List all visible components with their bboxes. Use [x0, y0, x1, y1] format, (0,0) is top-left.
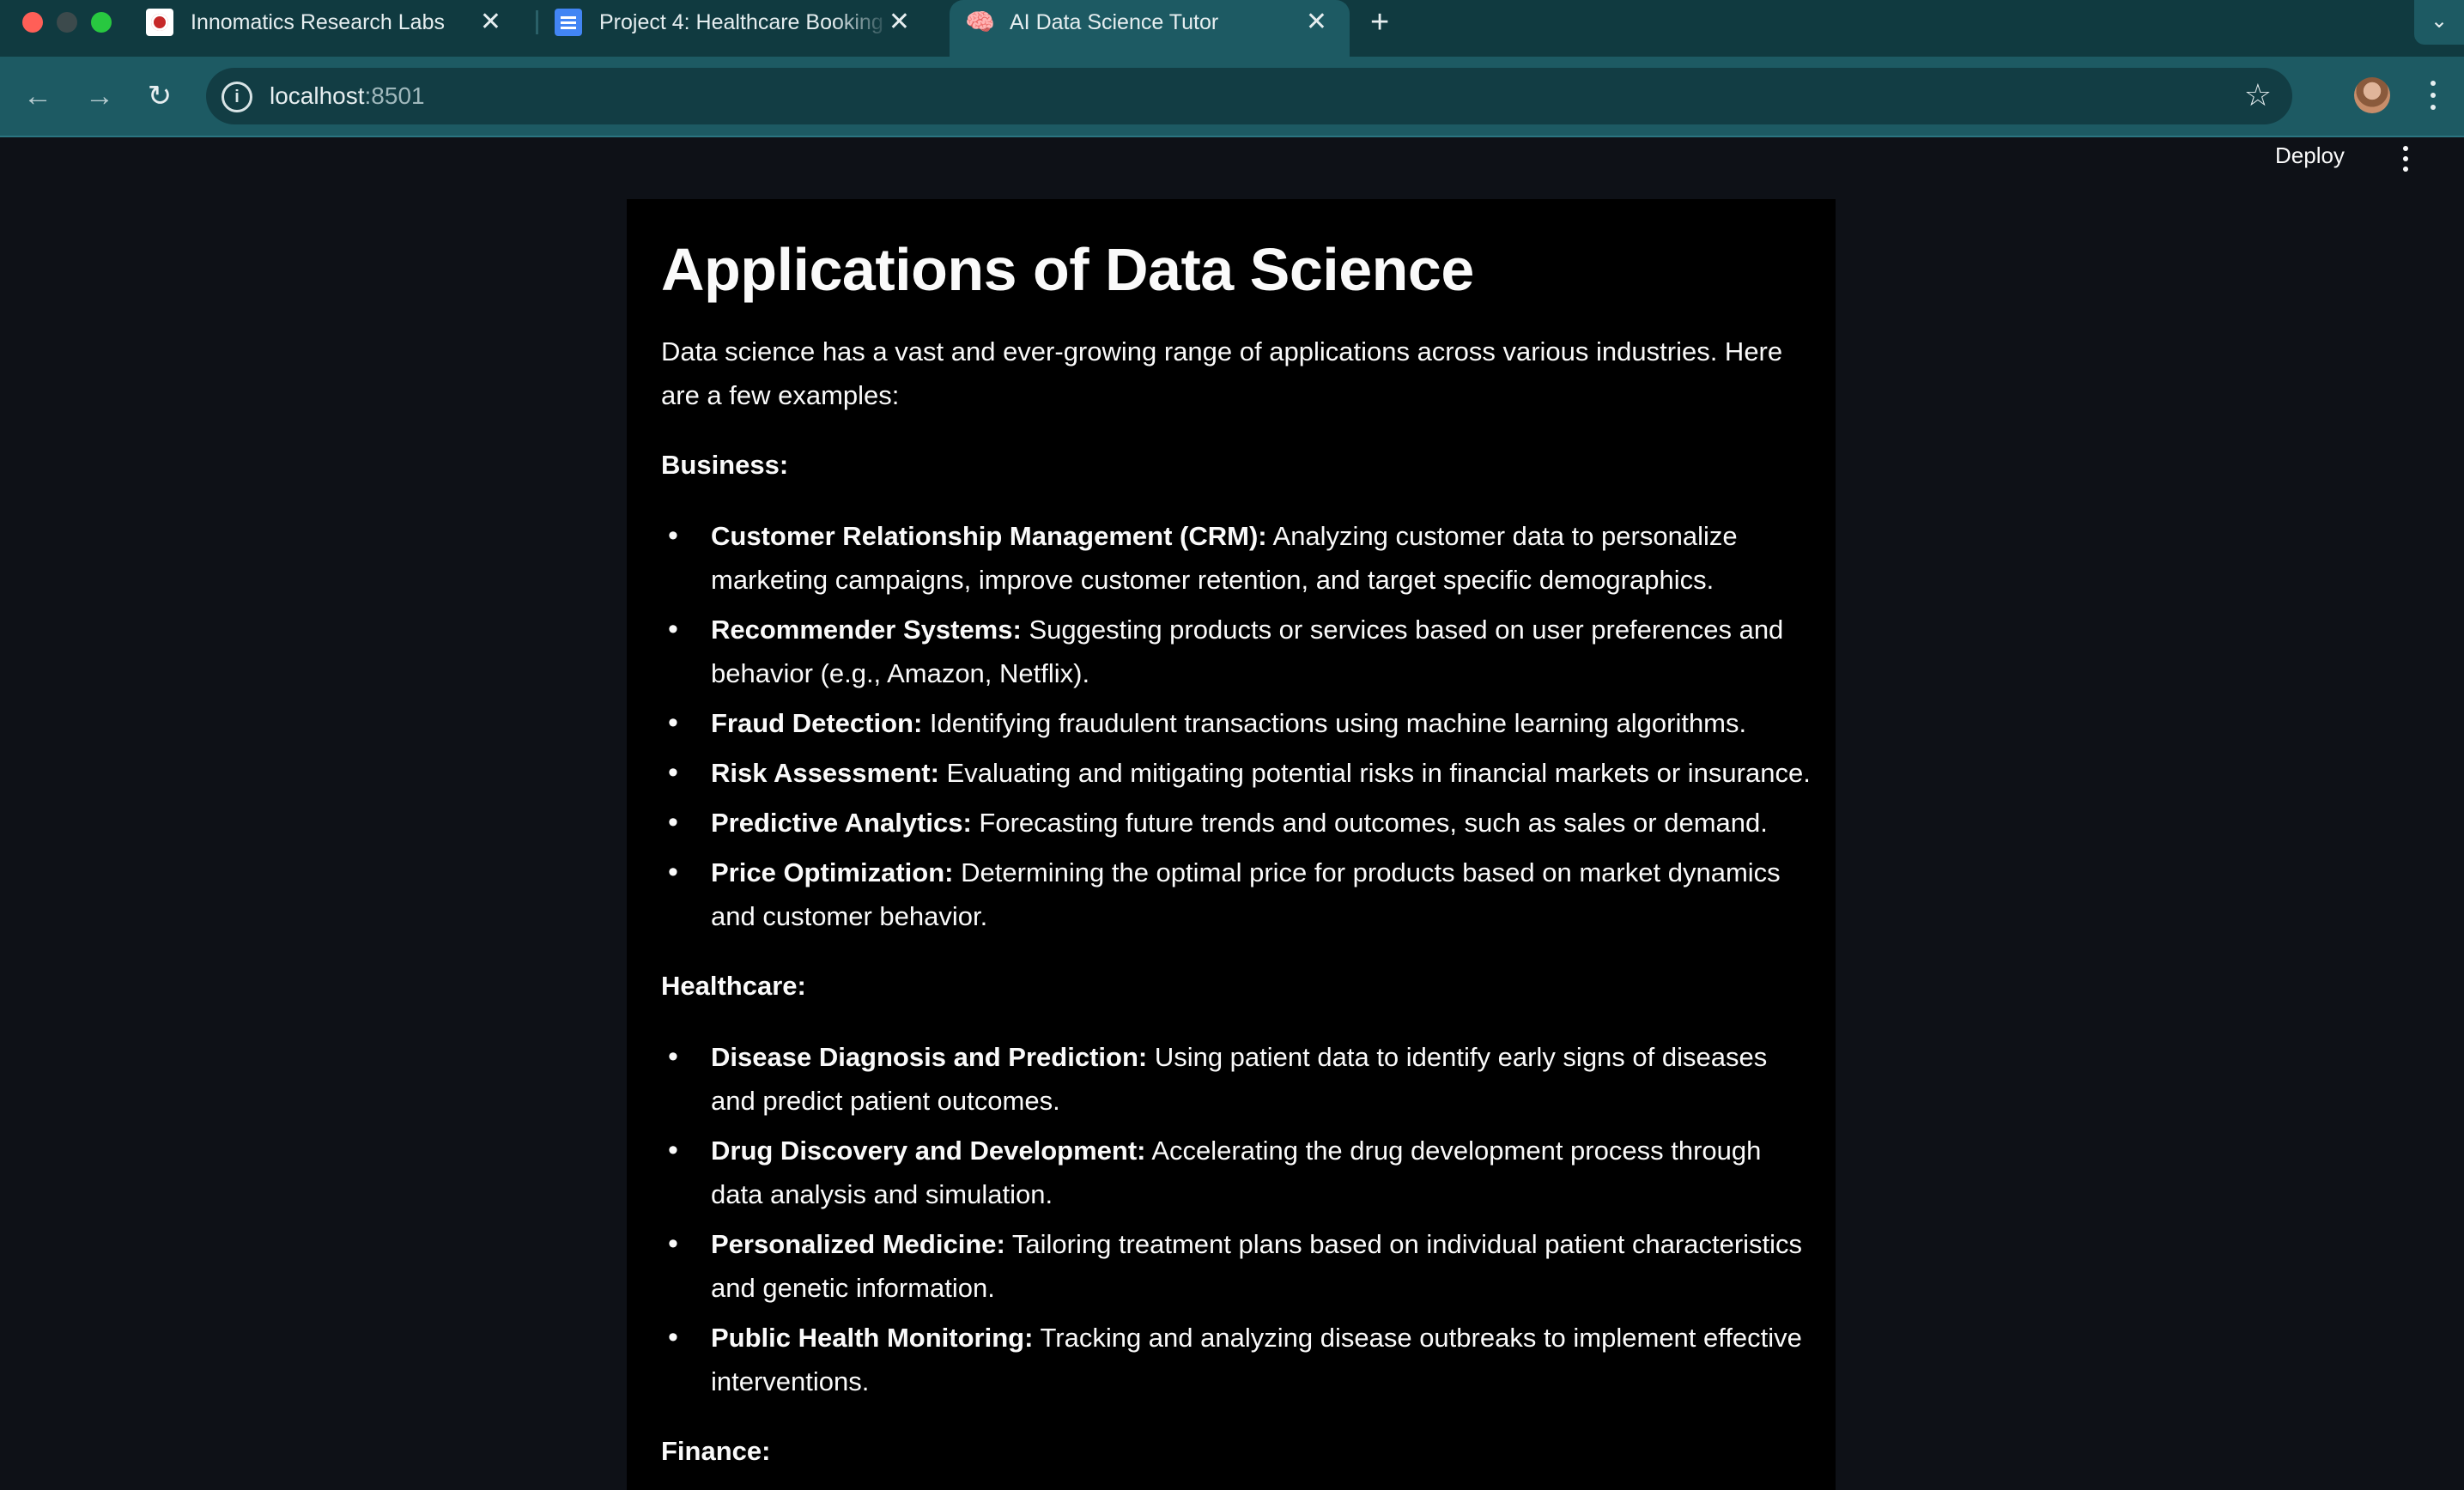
list-item: Public Health Monitoring: Tracking and a…: [661, 1316, 1812, 1403]
section-heading-healthcare: Healthcare:: [661, 971, 806, 1001]
list-item: Customer Relationship Management (CRM): …: [661, 514, 1812, 602]
list-item: Risk Assessment: Evaluating and mitigati…: [661, 751, 1812, 795]
item-term: Recommender Systems:: [711, 615, 1022, 645]
intro-paragraph: Data science has a vast and ever-growing…: [661, 336, 1783, 410]
tab-title: Project 4: Healthcare Booking: [599, 9, 883, 34]
item-term: Price Optimization:: [711, 857, 954, 887]
list-item: Personalized Medicine: Tailoring treatme…: [661, 1222, 1812, 1310]
address-bar[interactable]: i localhost:8501 ☆: [206, 68, 2292, 124]
markdown-content: Applications of Data Science Data scienc…: [661, 233, 1812, 1490]
section-heading-business: Business:: [661, 450, 789, 480]
page-title: Applications of Data Science: [661, 236, 1474, 303]
deploy-button[interactable]: Deploy: [2275, 142, 2345, 169]
profile-avatar[interactable]: [2354, 77, 2390, 113]
healthcare-list: Disease Diagnosis and Prediction: Using …: [661, 1035, 1812, 1403]
window-minimize-button[interactable]: [57, 12, 77, 33]
main-content: Applications of Data Science Data scienc…: [627, 199, 1836, 1490]
item-term: Disease Diagnosis and Prediction:: [711, 1042, 1148, 1072]
close-icon[interactable]: ✕: [1306, 9, 1327, 35]
url-port: :8501: [364, 82, 425, 109]
tab-search-button[interactable]: ⌄: [2414, 0, 2464, 45]
item-text: Evaluating and mitigating potential risk…: [938, 758, 1811, 788]
browser-tab-strip: Innomatics Research Labs ✕ Project 4: He…: [0, 0, 2464, 57]
close-icon[interactable]: ✕: [889, 9, 910, 35]
browser-menu-icon[interactable]: [2423, 74, 2443, 117]
list-item: Recommender Systems: Suggesting products…: [661, 608, 1812, 695]
reload-icon[interactable]: ↻: [141, 77, 179, 115]
back-arrow-icon[interactable]: ←: [19, 77, 57, 115]
item-term: Fraud Detection:: [711, 708, 923, 738]
tab-innomatics[interactable]: Innomatics Research Labs ✕: [146, 0, 524, 45]
url-text[interactable]: localhost:8501: [270, 82, 425, 110]
google-docs-icon: [555, 9, 582, 36]
item-term: Customer Relationship Management (CRM):: [711, 521, 1267, 551]
window-zoom-button[interactable]: [91, 12, 112, 33]
list-item: Fraud Detection: Identifying fraudulent …: [661, 701, 1812, 745]
site-info-icon[interactable]: i: [222, 82, 252, 112]
brain-icon: 🧠: [965, 9, 995, 35]
item-term: Predictive Analytics:: [711, 808, 972, 838]
bookmark-star-icon[interactable]: ☆: [2244, 80, 2272, 111]
new-tab-button[interactable]: +: [1370, 5, 1389, 39]
innomatics-logo-icon: [146, 9, 173, 36]
list-item: Drug Discovery and Development: Accelera…: [661, 1129, 1812, 1216]
tab-title: AI Data Science Tutor: [1010, 9, 1219, 34]
section-heading-finance: Finance:: [661, 1436, 771, 1466]
list-item: Price Optimization: Determining the opti…: [661, 851, 1812, 938]
browser-toolbar: ← → ↻ i localhost:8501 ☆: [0, 57, 2464, 137]
business-list: Customer Relationship Management (CRM): …: [661, 514, 1812, 938]
tab-ai-data-science-tutor[interactable]: 🧠 AI Data Science Tutor ✕: [950, 0, 1350, 57]
item-term: Drug Discovery and Development:: [711, 1136, 1146, 1166]
close-icon[interactable]: ✕: [480, 9, 501, 35]
item-text: Forecasting future trends and outcomes, …: [971, 808, 1768, 838]
window-close-button[interactable]: [22, 12, 43, 33]
item-term: Personalized Medicine:: [711, 1229, 1005, 1259]
tab-title: Innomatics Research Labs: [191, 9, 445, 34]
item-term: Risk Assessment:: [711, 758, 939, 788]
list-item: Predictive Analytics: Forecasting future…: [661, 801, 1812, 845]
item-text: Identifying fraudulent transactions usin…: [922, 708, 1747, 738]
tab-project-4[interactable]: Project 4: Healthcare Booking ✕: [555, 0, 932, 45]
url-host: localhost: [270, 82, 365, 109]
list-item: Disease Diagnosis and Prediction: Using …: [661, 1035, 1812, 1123]
app-menu-icon[interactable]: [2395, 141, 2416, 175]
forward-arrow-icon[interactable]: →: [81, 77, 118, 115]
tab-divider: [536, 10, 538, 34]
app-header: Deploy: [0, 137, 2464, 182]
item-term: Public Health Monitoring:: [711, 1323, 1034, 1353]
